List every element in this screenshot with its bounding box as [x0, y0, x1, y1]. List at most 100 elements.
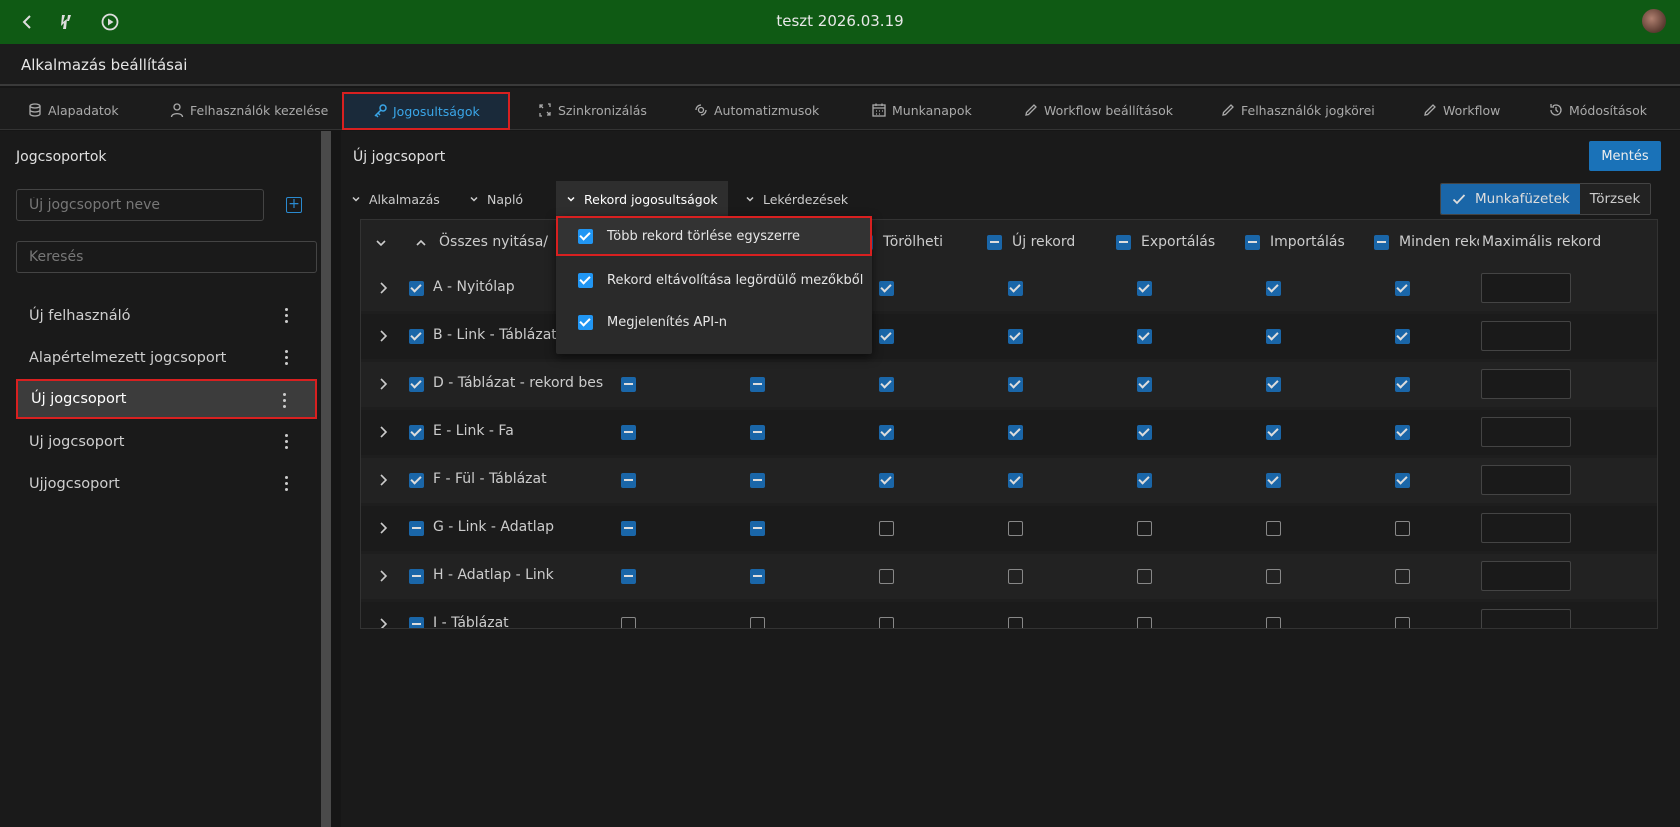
expand-chevron-icon[interactable] — [377, 329, 389, 343]
toggle-torzsek[interactable]: Törzsek — [1579, 184, 1651, 214]
permission-checkbox[interactable] — [1266, 617, 1281, 628]
permission-checkbox[interactable] — [1137, 617, 1152, 628]
subtab-lekerdezesek[interactable]: Lekérdezések — [735, 181, 858, 217]
expand-chevron-icon[interactable] — [377, 425, 389, 439]
row-checkbox[interactable] — [409, 521, 424, 536]
tab-modositasok[interactable]: Módosítások — [1548, 94, 1647, 126]
permission-checkbox[interactable] — [1395, 521, 1410, 536]
row-checkbox[interactable] — [409, 377, 424, 392]
group-item[interactable]: Alapértelmezett jogcsoport — [16, 338, 317, 378]
tab-munkanapok[interactable]: Munkanapok — [871, 94, 972, 126]
permission-checkbox[interactable] — [879, 329, 894, 344]
permission-checkbox[interactable] — [1266, 569, 1281, 584]
permission-checkbox[interactable] — [621, 617, 636, 628]
more-options-icon[interactable] — [285, 476, 289, 494]
permission-checkbox[interactable] — [1008, 617, 1023, 628]
tab-felhasznalok-jogkorei[interactable]: Felhasználók jogkörei — [1220, 94, 1375, 126]
permission-checkbox[interactable] — [750, 521, 765, 536]
permission-checkbox[interactable] — [621, 521, 636, 536]
column-header-importalas[interactable]: Importálás — [1245, 234, 1345, 250]
permission-checkbox[interactable] — [1266, 281, 1281, 296]
permission-checkbox[interactable] — [1008, 377, 1023, 392]
checkbox[interactable] — [578, 228, 593, 244]
checkbox[interactable] — [578, 272, 593, 288]
row-checkbox[interactable] — [409, 569, 424, 584]
max-record-input[interactable] — [1481, 609, 1571, 628]
chevron-up-icon[interactable] — [415, 237, 427, 249]
row-checkbox[interactable] — [409, 617, 424, 628]
more-options-icon[interactable] — [285, 434, 289, 452]
permission-checkbox[interactable] — [621, 473, 636, 488]
permission-checkbox[interactable] — [1008, 569, 1023, 584]
permission-checkbox[interactable] — [1395, 425, 1410, 440]
group-item[interactable]: Uj jogcsoport — [16, 422, 317, 462]
group-item-selected[interactable]: Új jogcsoport — [16, 379, 317, 419]
permission-checkbox[interactable] — [750, 617, 765, 628]
add-group-icon[interactable]: + — [286, 197, 302, 213]
permission-checkbox[interactable] — [1008, 329, 1023, 344]
permission-checkbox[interactable] — [621, 425, 636, 440]
row-checkbox[interactable] — [409, 473, 424, 488]
max-record-input[interactable] — [1481, 561, 1571, 591]
permission-checkbox[interactable] — [1395, 329, 1410, 344]
avatar[interactable] — [1642, 9, 1666, 33]
permission-checkbox[interactable] — [750, 569, 765, 584]
permission-checkbox[interactable] — [1266, 329, 1281, 344]
group-item[interactable]: Ujjogcsoport — [16, 464, 317, 504]
permission-checkbox[interactable] — [750, 425, 765, 440]
permission-checkbox[interactable] — [1137, 473, 1152, 488]
permission-checkbox[interactable] — [1137, 521, 1152, 536]
checkbox[interactable] — [578, 314, 593, 330]
permission-checkbox[interactable] — [1266, 521, 1281, 536]
permission-checkbox[interactable] — [879, 473, 894, 488]
permission-checkbox[interactable] — [1395, 569, 1410, 584]
max-record-input[interactable] — [1481, 417, 1571, 447]
max-record-input[interactable] — [1481, 321, 1571, 351]
permission-checkbox[interactable] — [879, 377, 894, 392]
column-checkbox[interactable] — [1374, 234, 1389, 250]
column-header-minden-rekord[interactable]: Minden rekord — [1374, 234, 1479, 250]
permission-checkbox[interactable] — [879, 521, 894, 536]
column-checkbox[interactable] — [1116, 234, 1131, 250]
permission-checkbox[interactable] — [1137, 569, 1152, 584]
permission-checkbox[interactable] — [621, 569, 636, 584]
expand-chevron-icon[interactable] — [377, 521, 389, 535]
expand-chevron-icon[interactable] — [377, 569, 389, 583]
permission-checkbox[interactable] — [879, 617, 894, 628]
subtab-rekord-jogosultsagok[interactable]: Rekord jogosultságok — [556, 181, 728, 217]
save-button[interactable]: Mentés — [1589, 141, 1661, 171]
permission-checkbox[interactable] — [1395, 281, 1410, 296]
subtab-alkalmazas[interactable]: Alkalmazás — [341, 181, 450, 217]
permission-checkbox[interactable] — [1266, 473, 1281, 488]
permission-checkbox[interactable] — [1137, 329, 1152, 344]
tab-felhasznalok-kezelese[interactable]: Felhasználók kezelése — [169, 94, 328, 126]
subtab-naplo[interactable]: Napló — [459, 181, 533, 217]
dropdown-item[interactable]: Több rekord törlése egyszerre — [556, 216, 872, 256]
more-options-icon[interactable] — [285, 308, 289, 326]
permission-checkbox[interactable] — [621, 377, 636, 392]
tab-szinkronizalas[interactable]: Szinkronizálás — [537, 94, 647, 126]
tab-workflow-beallitasok[interactable]: Workflow beállítások — [1023, 94, 1173, 126]
expand-chevron-icon[interactable] — [377, 377, 389, 391]
permission-checkbox[interactable] — [1137, 281, 1152, 296]
search-input[interactable] — [16, 241, 317, 273]
permission-checkbox[interactable] — [1008, 281, 1023, 296]
expand-chevron-icon[interactable] — [377, 617, 389, 628]
permission-checkbox[interactable] — [1137, 377, 1152, 392]
expand-chevron-icon[interactable] — [377, 473, 389, 487]
permission-checkbox[interactable] — [750, 473, 765, 488]
max-record-input[interactable] — [1481, 465, 1571, 495]
collapse-all-icon[interactable] — [375, 237, 387, 249]
row-checkbox[interactable] — [409, 425, 424, 440]
column-header-uj-rekord[interactable]: Új rekord — [987, 234, 1075, 250]
tab-alapadatok[interactable]: Alapadatok — [27, 94, 119, 126]
permission-checkbox[interactable] — [1266, 377, 1281, 392]
permission-checkbox[interactable] — [1395, 473, 1410, 488]
tab-jogosultsagok[interactable]: Jogosultságok — [342, 92, 510, 130]
column-header-exportalas[interactable]: Exportálás — [1116, 234, 1215, 250]
expand-chevron-icon[interactable] — [377, 281, 389, 295]
dropdown-item[interactable]: Megjelenítés API-n — [556, 302, 872, 342]
tab-workflow[interactable]: Workflow — [1422, 94, 1500, 126]
column-checkbox[interactable] — [987, 234, 1002, 250]
dropdown-item[interactable]: Rekord eltávolítása legördülő mezőkből — [556, 260, 872, 300]
